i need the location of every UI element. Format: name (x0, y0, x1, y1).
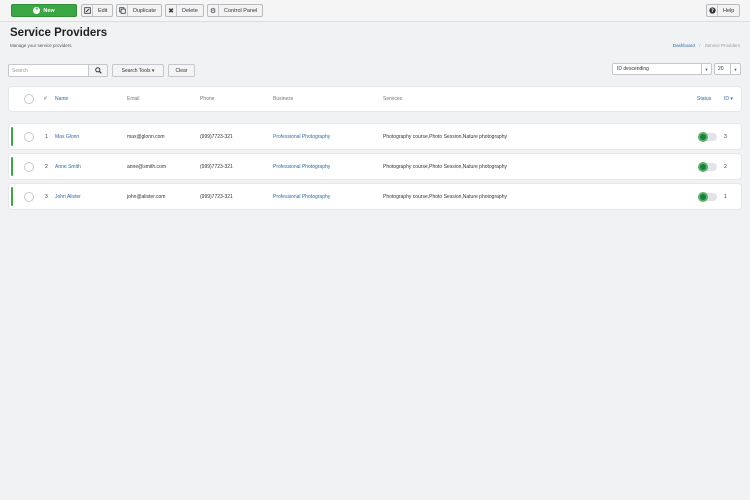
business-link[interactable]: Professional Photography (273, 134, 330, 140)
table-row[interactable]: 2 Anne Smith anne@smith.com (999)7723-32… (9, 154, 741, 179)
business-link[interactable]: Professional Photography (273, 194, 330, 200)
row-checkbox[interactable] (24, 191, 34, 202)
search-bar (8, 64, 108, 77)
breadcrumb-dashboard[interactable]: Dashboard (673, 43, 695, 48)
search-input[interactable] (8, 64, 88, 77)
provider-services: Photography course,Photo Session,Nature … (383, 163, 507, 170)
control-panel-button[interactable]: ⚙ Control Panel (207, 4, 264, 17)
sort-select[interactable]: ID descending ▼ (612, 63, 712, 75)
column-services: Services (383, 96, 403, 102)
question-icon: ? (707, 5, 718, 16)
search-tools-button[interactable]: Search Tools ▾ (112, 64, 164, 77)
chevron-down-icon: ▼ (701, 64, 711, 74)
edit-icon (82, 5, 93, 16)
provider-phone: (999)7723-321 (200, 193, 233, 200)
provider-services: Photography course,Photo Session,Nature … (383, 193, 507, 200)
delete-button[interactable]: ✖ Delete (165, 4, 204, 17)
edit-button-label: Edit (98, 7, 108, 14)
status-toggle[interactable] (698, 131, 717, 142)
provider-email: anne@smith.com (127, 163, 166, 170)
gear-icon: ⚙ (208, 5, 219, 16)
table-row[interactable]: 1 Max Glonn max@glonn.com (999)7723-321 … (9, 124, 741, 149)
control-panel-button-label: Control Panel (224, 7, 258, 14)
limit-select[interactable]: 20 ▼ (714, 63, 741, 75)
new-button[interactable]: + New (11, 4, 77, 17)
help-button[interactable]: ? Help (706, 4, 741, 17)
copy-icon (117, 5, 128, 16)
status-toggle[interactable] (698, 161, 717, 172)
row-id: 2 (724, 163, 727, 170)
row-id: 3 (724, 133, 727, 140)
column-name[interactable]: Name (55, 96, 68, 102)
row-checkbox[interactable] (24, 131, 34, 142)
column-status[interactable]: Status (697, 96, 711, 102)
edit-button[interactable]: Edit (81, 4, 114, 17)
new-button-label: New (43, 7, 55, 14)
provider-phone: (999)7723-321 (200, 133, 233, 140)
clear-button[interactable]: Clear (168, 64, 195, 77)
row-num: 1 (45, 133, 48, 140)
sort-select-value: ID descending (617, 66, 649, 72)
table-row[interactable]: 3 John Alister john@alister.com (999)772… (9, 184, 741, 209)
toggle-knob (698, 191, 708, 202)
provider-name-link[interactable]: Anne Smith (55, 164, 81, 170)
limit-select-value: 20 (718, 66, 724, 72)
breadcrumb-separator: / (699, 43, 701, 48)
provider-name-link[interactable]: John Alister (55, 194, 81, 200)
breadcrumb: Dashboard / Service Providers (673, 43, 740, 48)
duplicate-button[interactable]: Duplicate (116, 4, 162, 17)
provider-phone: (999)7723-321 (200, 163, 233, 170)
column-email: Email (127, 96, 140, 102)
row-num: 2 (45, 163, 48, 170)
plus-icon: + (33, 7, 41, 14)
search-button[interactable] (88, 64, 108, 77)
column-id[interactable]: ID ▾ (724, 96, 733, 102)
page-title: Service Providers (10, 27, 108, 39)
select-all-checkbox[interactable] (24, 94, 34, 104)
provider-email: max@glonn.com (127, 133, 165, 140)
column-phone: Phone (200, 96, 215, 102)
delete-button-label: Delete (182, 7, 198, 14)
toggle-knob (698, 161, 708, 172)
toolbar: + New Edit Duplicate ✖ Delete ⚙ Control … (0, 0, 750, 22)
business-link[interactable]: Professional Photography (273, 164, 330, 170)
row-checkbox[interactable] (24, 161, 34, 172)
column-num: # (44, 96, 47, 102)
row-num: 3 (45, 193, 48, 200)
toggle-knob (698, 131, 708, 142)
duplicate-button-label: Duplicate (133, 7, 156, 14)
help-button-label: Help (723, 7, 735, 14)
provider-email: john@alister.com (127, 193, 166, 200)
column-business: Business (273, 96, 294, 102)
svg-text:?: ? (711, 8, 714, 14)
close-icon: ✖ (166, 5, 177, 16)
provider-name-link[interactable]: Max Glonn (55, 134, 79, 140)
row-id: 1 (724, 193, 727, 200)
chevron-down-icon: ▼ (730, 64, 740, 74)
status-toggle[interactable] (698, 191, 717, 202)
table-header: # Name Email Phone Business Services Sta… (9, 87, 741, 111)
page-subtitle: Manage your service providers (10, 43, 72, 48)
breadcrumb-current: Service Providers (704, 43, 740, 48)
search-icon (94, 67, 102, 74)
provider-services: Photography course,Photo Session,Nature … (383, 133, 507, 140)
